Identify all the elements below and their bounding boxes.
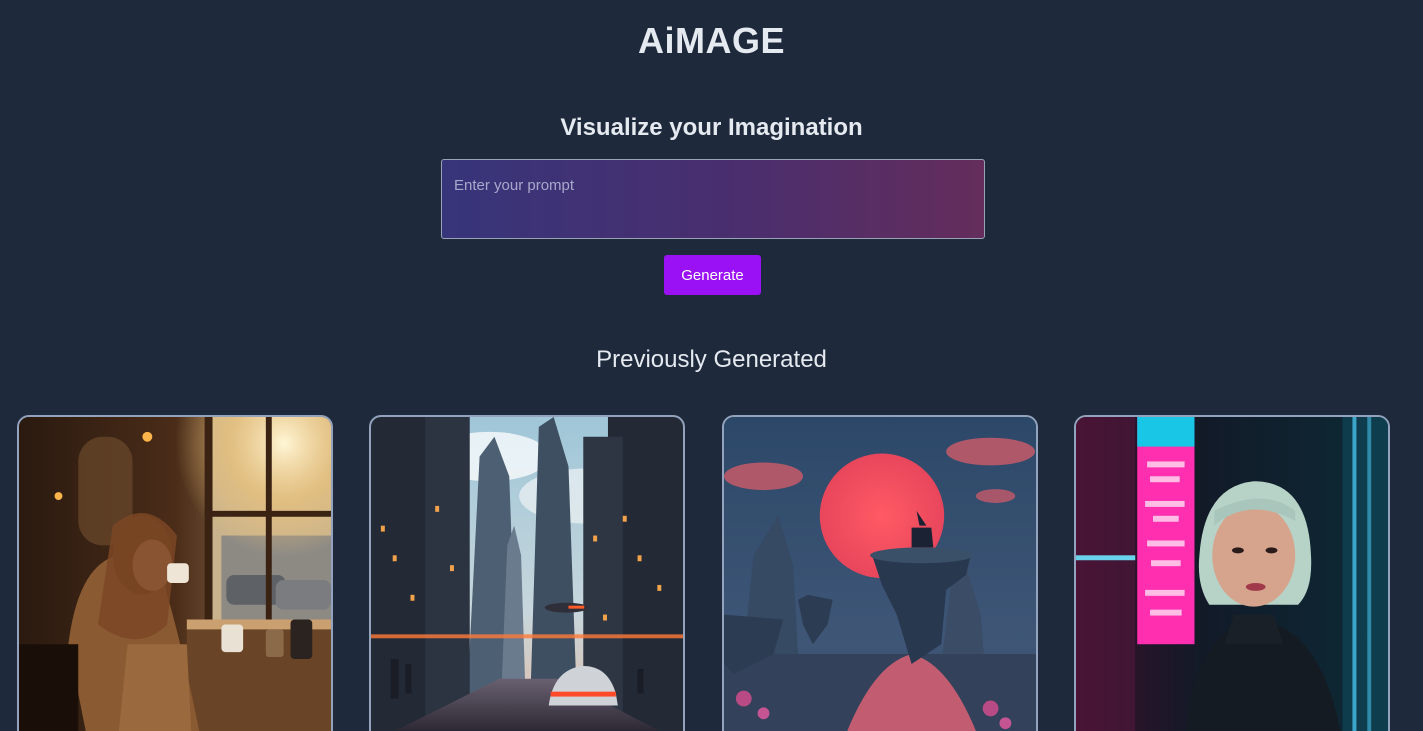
gallery-card[interactable] [369,415,685,731]
girl-coffee-window-image [19,417,331,731]
futuristic-city-street-image [371,417,683,731]
gallery-title: Previously Generated [596,346,827,373]
gallery-card[interactable] [1074,415,1390,731]
generate-button[interactable]: Generate [664,255,761,295]
app-title: AiMAGE [638,20,785,61]
gallery-card[interactable] [17,415,333,731]
hero-subtitle: Visualize your Imagination [560,114,863,141]
gallery-card[interactable] [722,415,1038,731]
app-page: AiMAGE Visualize your Imagination Genera… [0,0,1423,731]
prompt-input[interactable] [441,159,985,239]
neon-portrait-image [1076,417,1388,731]
deer-island-sunset-image [724,417,1036,731]
